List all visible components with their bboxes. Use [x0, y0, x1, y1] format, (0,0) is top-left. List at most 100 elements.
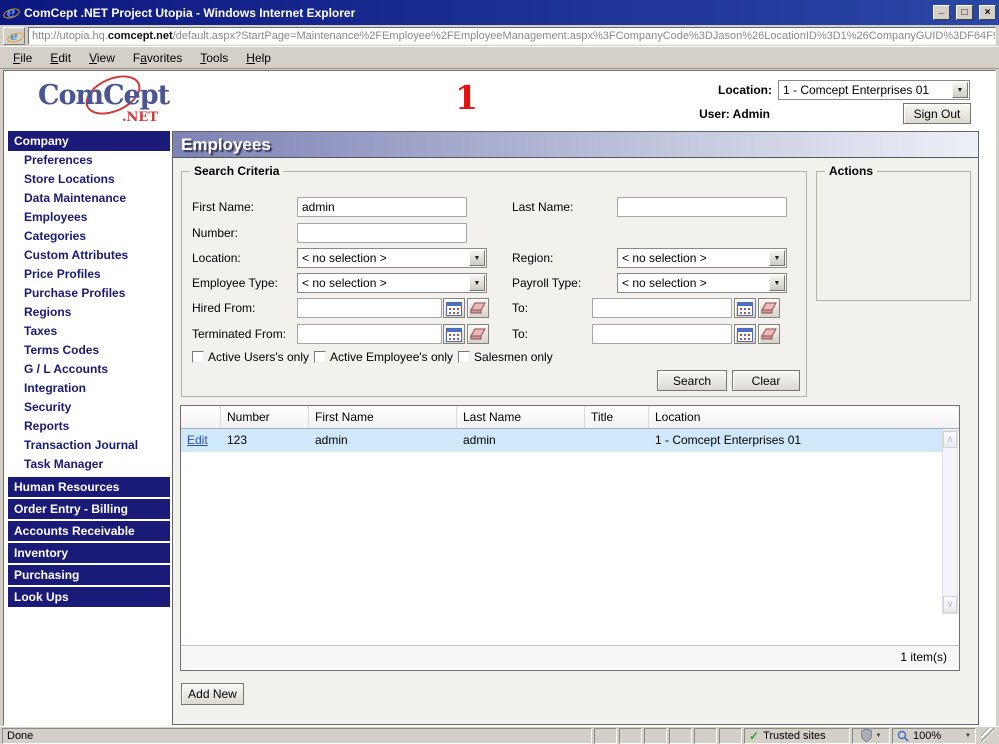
- protected-mode-indicator[interactable]: ▼: [852, 727, 890, 744]
- clear-button[interactable]: Clear: [732, 370, 800, 391]
- col-header-number: Number: [221, 406, 309, 428]
- eraser-icon[interactable]: [758, 298, 780, 318]
- cell-location: 1 - Comcept Enterprises 01: [655, 433, 802, 447]
- region-label: Region:: [512, 251, 554, 265]
- main-content: Employees Search Criteria First Name: La…: [172, 131, 979, 725]
- scroll-up-icon[interactable]: ∧: [943, 431, 957, 448]
- location-select[interactable]: 1 - Comcept Enterprises 01 ▼: [778, 80, 970, 100]
- dropdown-arrow-icon[interactable]: ▼: [469, 275, 485, 291]
- active-users-only-checkbox[interactable]: Active Users's only: [192, 350, 309, 364]
- url-domain: comcept.net: [107, 29, 173, 42]
- calendar-icon[interactable]: [734, 298, 756, 318]
- sidebar-item-security[interactable]: Security: [8, 398, 170, 417]
- sign-out-button[interactable]: Sign Out: [903, 103, 971, 124]
- active-employees-only-checkbox[interactable]: Active Employee's only: [314, 350, 453, 364]
- region-select[interactable]: < no selection > ▼: [617, 248, 787, 268]
- sidebar-section-company[interactable]: Company: [8, 131, 170, 151]
- sidebar-item-preferences[interactable]: Preferences: [8, 151, 170, 170]
- sidebar-section-inventory[interactable]: Inventory: [8, 543, 170, 563]
- statusbar-cell: [619, 727, 642, 744]
- sidebar-item-taxes[interactable]: Taxes: [8, 322, 170, 341]
- terminated-to-input[interactable]: [592, 324, 732, 344]
- last-name-label: Last Name:: [512, 200, 574, 214]
- edit-link[interactable]: Edit: [187, 433, 208, 447]
- resize-grip[interactable]: [981, 727, 997, 744]
- col-header-location: Location: [655, 410, 701, 424]
- search-criteria-legend: Search Criteria: [190, 164, 284, 178]
- terminated-from-input[interactable]: [297, 324, 442, 344]
- sidebar-item-gl-accounts[interactable]: G / L Accounts: [8, 360, 170, 379]
- dropdown-arrow-icon[interactable]: ▼: [469, 250, 485, 266]
- calendar-icon[interactable]: [443, 298, 465, 318]
- first-name-label: First Name:: [192, 200, 255, 214]
- sidebar-item-task-manager[interactable]: Task Manager: [8, 455, 170, 474]
- terminated-to-label: To:: [512, 327, 529, 341]
- sidebar-item-purchase-profiles[interactable]: Purchase Profiles: [8, 284, 170, 303]
- last-name-input[interactable]: [617, 197, 787, 217]
- menu-tools[interactable]: Tools: [191, 49, 237, 67]
- search-button[interactable]: Search: [657, 370, 727, 391]
- zoom-level: 100%: [913, 729, 942, 742]
- item-count: 1 item(s): [900, 650, 947, 664]
- sidebar-item-custom-attributes[interactable]: Custom Attributes: [8, 246, 170, 265]
- location-filter-select[interactable]: < no selection > ▼: [297, 248, 487, 268]
- hired-to-input[interactable]: [592, 298, 732, 318]
- eraser-icon[interactable]: [467, 324, 489, 344]
- sidebar-item-integration[interactable]: Integration: [8, 379, 170, 398]
- hired-from-input[interactable]: [297, 298, 442, 318]
- sidebar-item-reports[interactable]: Reports: [8, 417, 170, 436]
- sidebar-item-transaction-journal[interactable]: Transaction Journal: [8, 436, 170, 455]
- payroll-type-select[interactable]: < no selection > ▼: [617, 273, 787, 293]
- eraser-icon[interactable]: [467, 298, 489, 318]
- logo-text: ComCept: [38, 80, 170, 111]
- scroll-down-icon[interactable]: ∨: [943, 596, 957, 613]
- number-input[interactable]: [297, 223, 467, 243]
- table-row: Edit 123 admin admin 1 - Comcept Enterpr…: [181, 429, 943, 452]
- maximize-button[interactable]: □: [956, 5, 973, 20]
- dropdown-arrow-icon: ▼: [965, 732, 971, 739]
- employee-type-select[interactable]: < no selection > ▼: [297, 273, 487, 293]
- sidebar-item-data-maintenance[interactable]: Data Maintenance: [8, 189, 170, 208]
- comcept-logo: ComCept .NET: [38, 67, 178, 128]
- dropdown-arrow-icon[interactable]: ▼: [769, 275, 785, 291]
- sidebar-nav: Company Preferences Store Locations Data…: [8, 131, 170, 609]
- user-label: User: Admin: [699, 107, 770, 121]
- hired-to-label: To:: [512, 301, 529, 315]
- url-prefix: http://utopia.hq.: [32, 29, 108, 42]
- ie-icon: e: [7, 29, 21, 43]
- sidebar-section-human-resources[interactable]: Human Resources: [8, 477, 170, 497]
- sidebar-section-order-entry-billing[interactable]: Order Entry - Billing: [8, 499, 170, 519]
- sidebar-item-price-profiles[interactable]: Price Profiles: [8, 265, 170, 284]
- sidebar-item-terms-codes[interactable]: Terms Codes: [8, 341, 170, 360]
- status-bar: Done ✓ Trusted sites ▼ 100% ▼: [0, 726, 999, 744]
- menu-edit[interactable]: Edit: [41, 49, 80, 67]
- zoom-control[interactable]: 100% ▼: [892, 727, 976, 744]
- sidebar-item-employees[interactable]: Employees: [8, 208, 170, 227]
- sidebar-section-look-ups[interactable]: Look Ups: [8, 587, 170, 607]
- terminated-from-label: Terminated From:: [192, 327, 287, 341]
- salesmen-only-checkbox[interactable]: Salesmen only: [458, 350, 553, 364]
- add-new-button[interactable]: Add New: [181, 683, 244, 705]
- menu-file[interactable]: File: [4, 49, 41, 67]
- statusbar-cell: [644, 727, 667, 744]
- eraser-icon[interactable]: [758, 324, 780, 344]
- dropdown-arrow-icon[interactable]: ▼: [952, 82, 968, 98]
- sidebar-item-regions[interactable]: Regions: [8, 303, 170, 322]
- menu-help[interactable]: Help: [237, 49, 280, 67]
- sidebar-item-categories[interactable]: Categories: [8, 227, 170, 246]
- sidebar-section-accounts-receivable[interactable]: Accounts Receivable: [8, 521, 170, 541]
- browser-window: e ComCept .NET Project Utopia - Windows …: [0, 0, 999, 744]
- dropdown-arrow-icon[interactable]: ▼: [769, 250, 785, 266]
- payroll-type-label: Payroll Type:: [512, 276, 582, 290]
- url-field[interactable]: http://utopia.hq.comcept.net/default.asp…: [28, 26, 996, 45]
- sidebar-item-store-locations[interactable]: Store Locations: [8, 170, 170, 189]
- menu-favorites[interactable]: Favorites: [124, 49, 191, 67]
- calendar-icon[interactable]: [734, 324, 756, 344]
- first-name-input[interactable]: [297, 197, 467, 217]
- sidebar-section-purchasing[interactable]: Purchasing: [8, 565, 170, 585]
- close-button[interactable]: ×: [979, 5, 996, 20]
- minimize-button[interactable]: _: [933, 5, 950, 20]
- menu-view[interactable]: View: [80, 49, 124, 67]
- calendar-icon[interactable]: [443, 324, 465, 344]
- table-scrollbar[interactable]: ∧ ∨: [942, 430, 958, 614]
